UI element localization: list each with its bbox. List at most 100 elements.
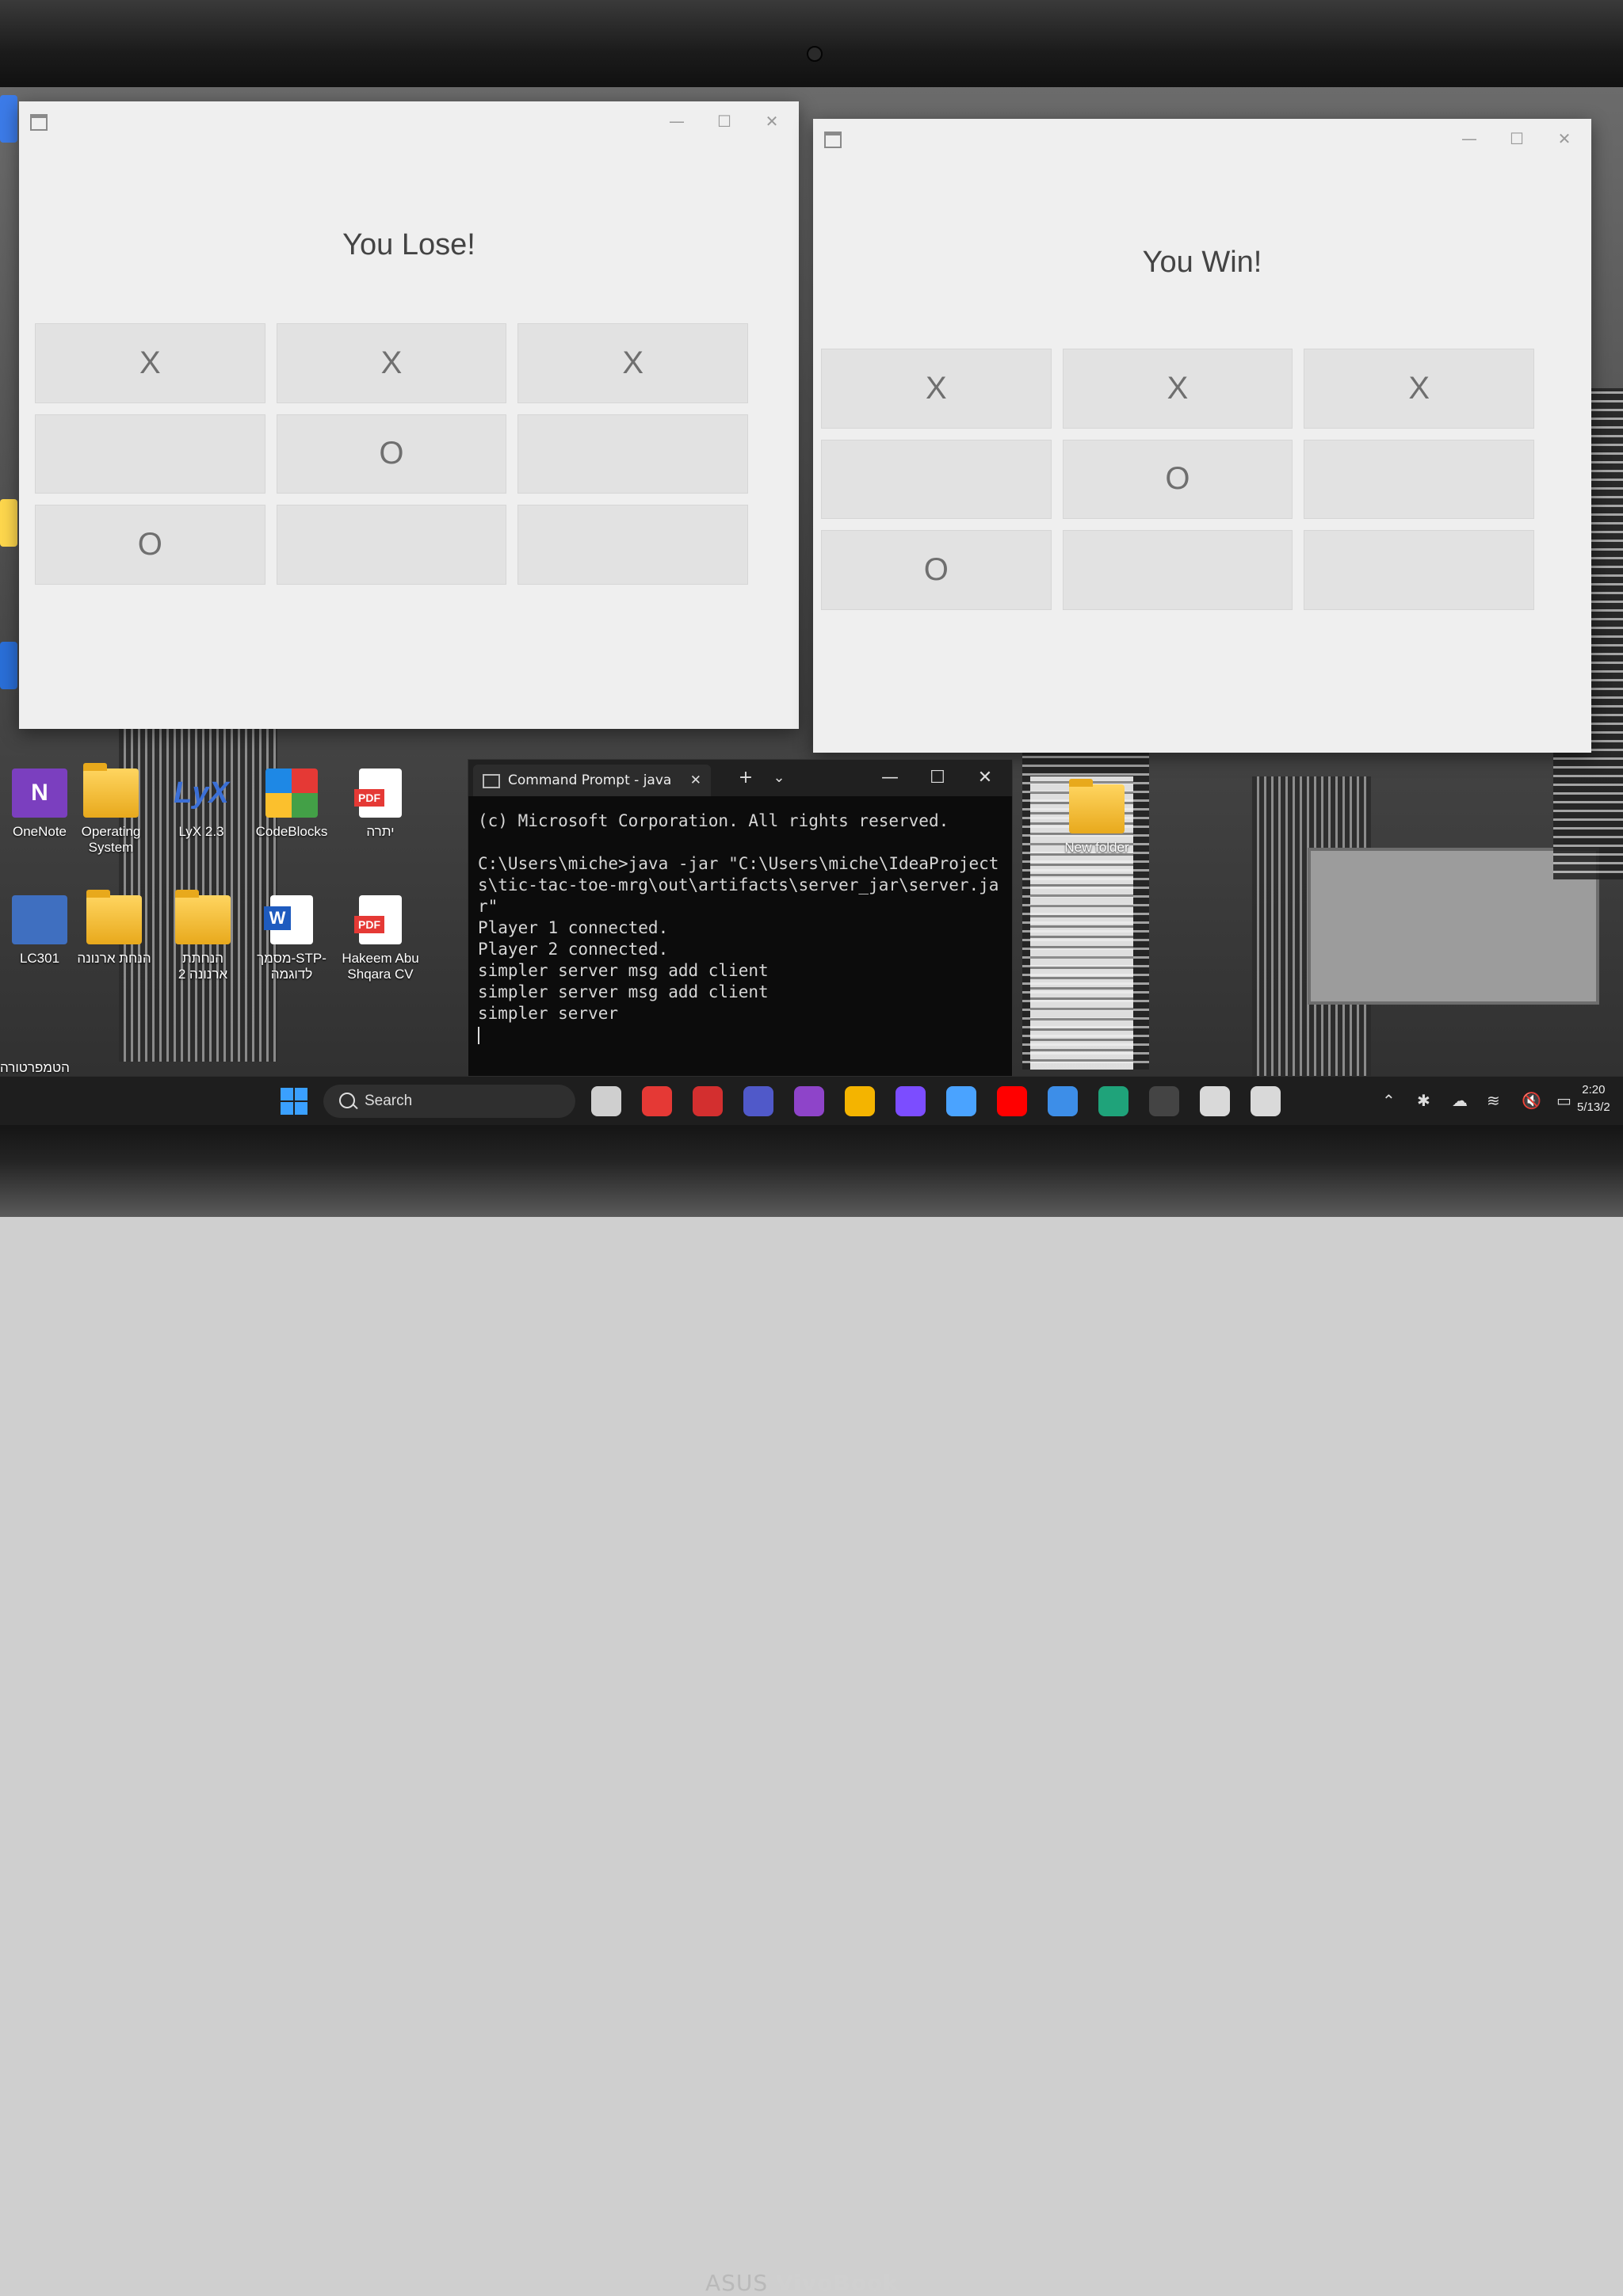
terminal-icon bbox=[483, 774, 500, 788]
result-label: You Win! bbox=[1142, 246, 1262, 279]
close-tab-icon[interactable]: ✕ bbox=[690, 765, 701, 796]
tab-title: Command Prompt - java bbox=[508, 772, 672, 788]
desktop-icon-label: הנחתת ארנונה 2 bbox=[178, 951, 228, 982]
text-cursor bbox=[478, 1027, 479, 1044]
youtube-taskbar-icon[interactable] bbox=[997, 1086, 1027, 1116]
edge-taskbar-icon[interactable] bbox=[1098, 1086, 1128, 1116]
volume-muted-icon[interactable]: 🔇 bbox=[1522, 1091, 1541, 1110]
lyx-icon: LyX bbox=[174, 776, 229, 810]
onedrive-icon[interactable]: ☁ bbox=[1452, 1091, 1468, 1110]
desktop-icon-label: יתרה bbox=[366, 824, 395, 839]
desktop-icon-label: LC301 bbox=[19, 951, 60, 966]
file-explorer-taskbar-icon[interactable] bbox=[845, 1086, 875, 1116]
close-button[interactable]: ✕ bbox=[969, 765, 1001, 791]
desktop-icon-codeblocks[interactable]: CodeBlocks bbox=[252, 769, 331, 840]
chrome-taskbar-icon[interactable] bbox=[642, 1086, 672, 1116]
win-game-window: — ☐ ✕ You Win! X X X O O bbox=[813, 119, 1591, 753]
desktop-icon-word-document[interactable]: W מסמך-STP-לדוגמה bbox=[252, 895, 331, 982]
laptop-bezel-bottom: ASUS VivoBook bbox=[0, 1125, 1623, 2296]
wifi-icon[interactable]: ≋ bbox=[1487, 1091, 1500, 1110]
desktop-icon-label: מסמך-STP-לדוגמה bbox=[257, 951, 327, 982]
copilot-taskbar-icon[interactable] bbox=[896, 1086, 926, 1116]
recorder-taskbar-icon[interactable] bbox=[693, 1086, 723, 1116]
edge-desktop-icon[interactable] bbox=[0, 642, 17, 689]
maximize-button[interactable]: ☐ bbox=[922, 765, 953, 791]
start-button[interactable] bbox=[281, 1088, 307, 1115]
close-button[interactable]: ✕ bbox=[1542, 125, 1587, 152]
board-cell[interactable] bbox=[35, 414, 265, 494]
pdf-icon: PDF bbox=[354, 769, 402, 818]
desktop-icon-folder[interactable]: הנחת ארנונה bbox=[74, 890, 154, 967]
clock-date: 5/13/2 bbox=[1577, 1100, 1610, 1114]
terminal-tab[interactable]: Command Prompt - java ✕ bbox=[473, 765, 711, 796]
terminal-output[interactable]: (c) Microsoft Corporation. All rights re… bbox=[478, 810, 1004, 1046]
board-cell[interactable]: O bbox=[821, 530, 1052, 610]
minimize-button[interactable]: — bbox=[655, 108, 699, 135]
close-button[interactable]: ✕ bbox=[750, 108, 794, 135]
maximize-button[interactable]: ☐ bbox=[702, 108, 747, 135]
edge-desktop-icon[interactable] bbox=[0, 95, 17, 143]
minimize-button[interactable]: — bbox=[1447, 125, 1491, 152]
search-icon bbox=[339, 1093, 355, 1108]
desktop-icon-folder[interactable]: הנחתת ארנונה 2 bbox=[163, 890, 242, 982]
folder-icon bbox=[83, 763, 139, 818]
taskview-taskbar-icon[interactable] bbox=[591, 1086, 621, 1116]
board-cell[interactable]: X bbox=[517, 323, 748, 403]
board-cell[interactable] bbox=[821, 439, 1052, 520]
board-cell[interactable]: X bbox=[1062, 349, 1293, 429]
webcam bbox=[807, 46, 823, 62]
board-cell[interactable]: O bbox=[1062, 439, 1293, 520]
bluetooth-icon[interactable]: ✱ bbox=[1417, 1091, 1430, 1110]
teams-taskbar-icon[interactable] bbox=[743, 1086, 773, 1116]
desktop-icon-label: הנחת ארנונה bbox=[77, 951, 151, 966]
desktop-icon-new-folder[interactable]: New folder bbox=[1057, 779, 1136, 856]
board-cell[interactable]: X bbox=[1304, 349, 1534, 429]
board-cell[interactable] bbox=[1062, 530, 1293, 610]
tic-tac-toe-board: X X X O O bbox=[35, 323, 748, 585]
window-titlebar[interactable]: — ☐ ✕ bbox=[19, 101, 799, 139]
result-label: You Lose! bbox=[342, 228, 475, 261]
battery-icon[interactable]: ▭ bbox=[1556, 1091, 1571, 1110]
window-titlebar[interactable]: — ☐ ✕ bbox=[813, 119, 1591, 157]
taskbar-search[interactable]: Search bbox=[323, 1085, 575, 1118]
java-app-2-taskbar-icon[interactable] bbox=[1251, 1086, 1281, 1116]
laptop-brand: ASUS VivoBook bbox=[705, 2270, 899, 2296]
desktop-icon-pdf[interactable]: PDF יתרה bbox=[341, 769, 420, 840]
board-cell[interactable] bbox=[276, 505, 507, 585]
maximize-button[interactable]: ☐ bbox=[1495, 125, 1539, 152]
board-cell[interactable]: O bbox=[276, 414, 507, 494]
desktop-icon-operating-system[interactable]: Operating System bbox=[71, 763, 151, 856]
board-cell[interactable] bbox=[517, 414, 748, 494]
screen: — ☐ ✕ You Lose! X X X O O — ☐ ✕ You Win!… bbox=[0, 87, 1623, 1125]
edge-desktop-icon[interactable] bbox=[0, 499, 17, 547]
board-cell[interactable]: X bbox=[35, 323, 265, 403]
weather-widget-label[interactable]: הטמפרטורה bbox=[0, 1060, 70, 1076]
new-tab-button[interactable]: + bbox=[730, 765, 762, 791]
tic-tac-toe-board: X X X O O bbox=[821, 349, 1534, 610]
laptop-bezel-top bbox=[0, 0, 1623, 87]
notepad-taskbar-icon[interactable] bbox=[1048, 1086, 1078, 1116]
terminal-output-text: (c) Microsoft Corporation. All rights re… bbox=[478, 811, 999, 1023]
board-cell[interactable] bbox=[1304, 439, 1534, 520]
store-taskbar-icon[interactable] bbox=[946, 1086, 976, 1116]
desktop-icon-pdf[interactable]: PDF Hakeem Abu Shqara CV bbox=[341, 895, 420, 982]
board-cell[interactable]: X bbox=[276, 323, 507, 403]
java-app-icon bbox=[30, 114, 48, 131]
clock[interactable]: 2:20 5/13/2 bbox=[1577, 1081, 1610, 1116]
board-cell[interactable]: X bbox=[821, 349, 1052, 429]
java-app-1-taskbar-icon[interactable] bbox=[1200, 1086, 1230, 1116]
visual-studio-taskbar-icon[interactable] bbox=[794, 1086, 824, 1116]
chevron-up-icon[interactable]: ⌃ bbox=[1382, 1091, 1396, 1110]
board-cell[interactable]: O bbox=[35, 505, 265, 585]
taskbar: Search ⌃ ✱ ☁ ≋ 🔇 ▭ 2:20 5/13/2 bbox=[0, 1076, 1623, 1125]
board-cell[interactable] bbox=[517, 505, 748, 585]
desktop-icon-lyx[interactable]: LyX LyX 2.3 bbox=[162, 769, 241, 840]
search-label: Search bbox=[365, 1093, 413, 1109]
board-cell[interactable] bbox=[1304, 530, 1534, 610]
tab-dropdown-button[interactable]: ⌄ bbox=[763, 765, 795, 791]
terminal-taskbar-icon[interactable] bbox=[1149, 1086, 1179, 1116]
minimize-button[interactable]: — bbox=[874, 765, 906, 791]
desktop-icon-lc301[interactable]: LC301 bbox=[0, 895, 79, 967]
desktop-icon-onenote[interactable]: N OneNote bbox=[0, 769, 79, 840]
lose-game-window: — ☐ ✕ You Lose! X X X O O bbox=[19, 101, 799, 729]
